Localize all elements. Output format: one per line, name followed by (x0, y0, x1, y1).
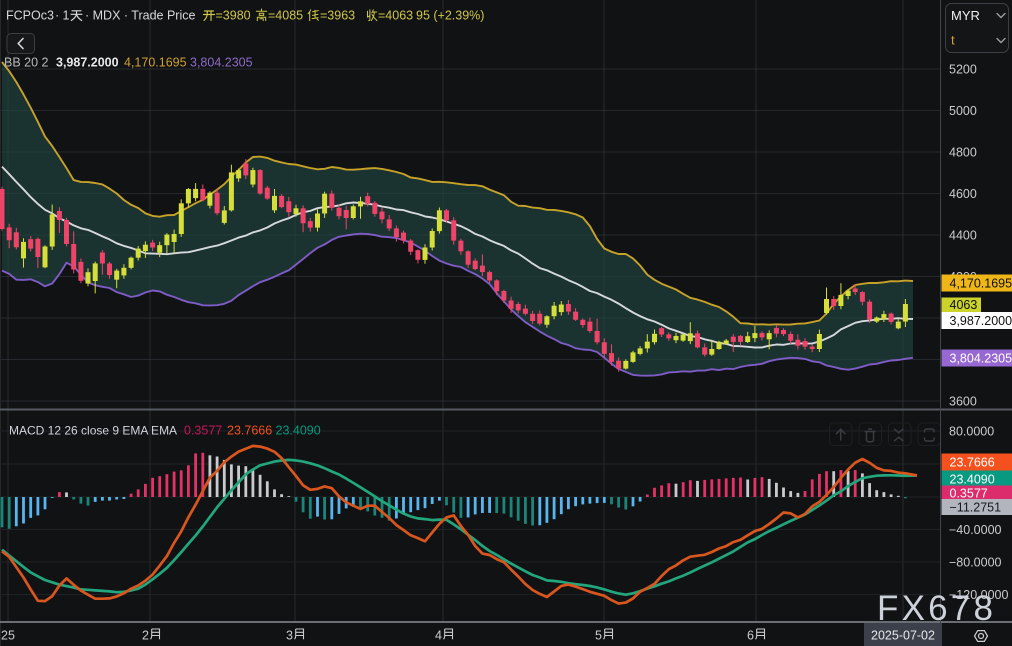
svg-text:0.3577: 0.3577 (950, 486, 988, 500)
svg-text:BB 20 2: BB 20 2 (4, 56, 49, 70)
svg-text:3,987.2000: 3,987.2000 (56, 56, 119, 70)
svg-text:3,987.2000: 3,987.2000 (950, 314, 1012, 328)
svg-text:−40.0000: −40.0000 (949, 523, 1002, 537)
svg-text:23.4090: 23.4090 (950, 472, 995, 486)
svg-text:1: 1 (63, 9, 70, 23)
svg-text:5200: 5200 (949, 63, 977, 77)
svg-text:3600: 3600 (949, 395, 977, 409)
svg-text:80.0000: 80.0000 (949, 425, 994, 439)
svg-text:=4063: =4063 (378, 9, 413, 23)
svg-text:6: 6 (747, 629, 754, 643)
svg-text:0.3577: 0.3577 (184, 424, 222, 438)
svg-text:5000: 5000 (949, 104, 977, 118)
svg-text:2: 2 (142, 629, 149, 643)
svg-text:4,170.1695: 4,170.1695 (950, 276, 1012, 290)
svg-text:−80.0000: −80.0000 (949, 556, 1002, 570)
svg-text:4600: 4600 (949, 187, 977, 201)
svg-text:23.7666: 23.7666 (227, 424, 272, 438)
svg-text:3: 3 (286, 629, 293, 643)
svg-text:4,170.1695: 4,170.1695 (124, 56, 187, 70)
svg-text:2025-07-02: 2025-07-02 (871, 629, 935, 643)
svg-text:23.4090: 23.4090 (276, 424, 321, 438)
svg-text:MACD 12 26 close 9 EMA EMA: MACD 12 26 close 9 EMA EMA (9, 424, 177, 438)
svg-text:FX678: FX678 (877, 589, 996, 628)
svg-text:4063: 4063 (950, 298, 978, 312)
svg-text:·: · (55, 9, 59, 23)
svg-text:23.7666: 23.7666 (950, 455, 995, 469)
svg-text:95 (+2.39%): 95 (+2.39%) (416, 9, 484, 23)
svg-text:25: 25 (1, 629, 15, 643)
svg-text:3,804.2305: 3,804.2305 (190, 56, 253, 70)
svg-text:MYR: MYR (951, 8, 980, 23)
svg-text:4800: 4800 (949, 146, 977, 160)
svg-text:4: 4 (435, 629, 442, 643)
svg-text:· MDX · Trade Price: · MDX · Trade Price (85, 9, 195, 23)
svg-text:=3980: =3980 (216, 9, 251, 23)
svg-text:−11.2751: −11.2751 (950, 500, 1002, 514)
svg-text:3,804.2305: 3,804.2305 (950, 351, 1012, 365)
svg-text:FCPOc3: FCPOc3 (6, 9, 54, 23)
svg-text:=3963: =3963 (320, 9, 355, 23)
svg-text:5: 5 (595, 629, 602, 643)
svg-text:t: t (951, 33, 955, 48)
svg-text:4400: 4400 (949, 229, 977, 243)
svg-text:=4085: =4085 (268, 9, 303, 23)
